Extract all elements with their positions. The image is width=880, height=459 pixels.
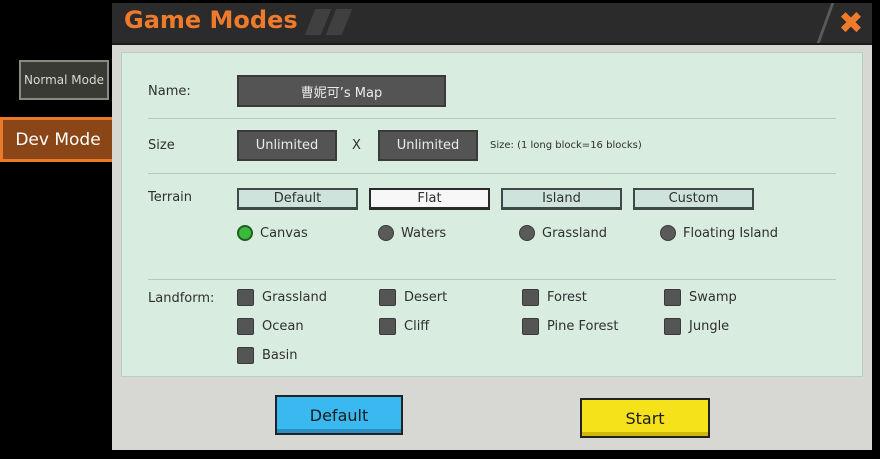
dialog-title: Game Modes [124, 6, 298, 34]
checkbox-icon [237, 347, 254, 364]
radio-selected-icon [237, 225, 253, 241]
dev-mode-tab[interactable]: Dev Mode [0, 117, 116, 162]
size-width-field[interactable]: Unlimited [237, 130, 337, 161]
title-decoration [325, 9, 353, 35]
option-label: Basin [262, 348, 298, 363]
option-label: Waters [401, 225, 447, 241]
game-modes-dialog: Game Modes ✖ Name: 曹妮可’s Map Size Unlimi… [112, 3, 872, 450]
start-button[interactable]: Start [580, 398, 710, 438]
map-name-field[interactable]: 曹妮可’s Map [237, 75, 446, 107]
checkbox-icon [237, 289, 254, 306]
close-icon[interactable]: ✖ [830, 3, 872, 43]
option-label: Jungle [689, 319, 730, 334]
option-label: Desert [404, 290, 448, 305]
landform-grassland[interactable]: Grassland [237, 289, 327, 306]
title-bar: Game Modes ✖ [112, 3, 872, 45]
divider [148, 279, 836, 280]
option-label: Floating Island [683, 225, 779, 241]
name-label: Name: [148, 84, 191, 99]
size-label: Size [148, 138, 175, 153]
checkbox-icon [522, 289, 539, 306]
default-button[interactable]: Default [275, 395, 403, 435]
landform-pine-forest[interactable]: Pine Forest [522, 318, 618, 335]
landform-cliff[interactable]: Cliff [379, 318, 429, 335]
checkbox-icon [379, 318, 396, 335]
landform-forest[interactable]: Forest [522, 289, 587, 306]
radio-icon [378, 225, 394, 241]
size-height-field[interactable]: Unlimited [378, 130, 478, 161]
option-label: Canvas [260, 225, 308, 241]
option-label: Forest [547, 290, 587, 305]
terrain-option-waters[interactable]: Waters [378, 225, 446, 241]
checkbox-icon [237, 318, 254, 335]
checkbox-icon [664, 318, 681, 335]
terrain-default-button[interactable]: Default [237, 188, 358, 210]
checkbox-icon [664, 289, 681, 306]
option-label: Swamp [689, 290, 737, 305]
terrain-flat-button[interactable]: Flat [369, 188, 490, 210]
checkbox-icon [522, 318, 539, 335]
option-label: Ocean [262, 319, 304, 334]
landform-swamp[interactable]: Swamp [664, 289, 737, 306]
terrain-island-button[interactable]: Island [501, 188, 622, 210]
divider [148, 173, 836, 174]
landform-desert[interactable]: Desert [379, 289, 447, 306]
option-label: Grassland [262, 290, 327, 305]
option-label: Cliff [404, 319, 430, 334]
terrain-option-canvas[interactable]: Canvas [237, 225, 308, 241]
terrain-option-grassland[interactable]: Grassland [519, 225, 607, 241]
landform-label: Landform: [148, 291, 215, 306]
divider [148, 118, 836, 119]
radio-icon [519, 225, 535, 241]
radio-icon [660, 225, 676, 241]
option-label: Grassland [542, 225, 607, 241]
settings-panel: Name: 曹妮可’s Map Size Unlimited X Unlimit… [121, 52, 863, 377]
size-note: Size: (1 long block=16 blocks) [490, 140, 642, 151]
terrain-custom-button[interactable]: Custom [633, 188, 754, 210]
terrain-label: Terrain [148, 190, 193, 205]
landform-basin[interactable]: Basin [237, 347, 298, 364]
normal-mode-tab[interactable]: Normal Mode [19, 60, 109, 100]
size-x-label: X [352, 138, 361, 153]
option-label: Pine Forest [547, 319, 619, 334]
checkbox-icon [379, 289, 396, 306]
landform-ocean[interactable]: Ocean [237, 318, 304, 335]
terrain-option-floating-island[interactable]: Floating Island [660, 225, 778, 241]
landform-jungle[interactable]: Jungle [664, 318, 729, 335]
